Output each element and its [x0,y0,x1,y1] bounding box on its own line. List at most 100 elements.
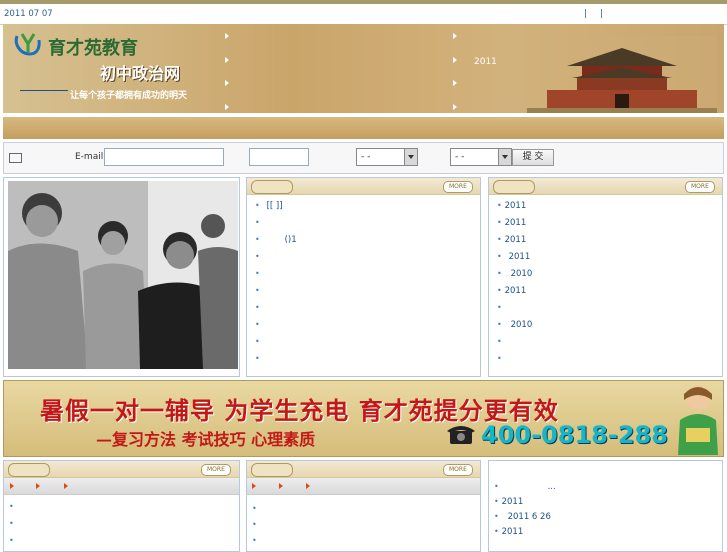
bullet-icon: • [497,218,502,227]
more-link[interactable]: MORE [443,464,473,476]
current-date: 2011 07 07 [4,9,53,19]
list-item[interactable]: • [255,286,470,303]
bullet-icon: • [9,502,14,511]
list-item[interactable]: • [255,354,470,371]
bullet-icon: • [255,354,260,363]
bullet-icon: • [497,269,502,278]
bullet-icon: • [255,337,260,346]
bullet-icon: • [255,286,260,295]
bullet-icon: • [9,536,14,545]
bullet-icon: • [497,201,502,210]
arrow-right-icon [453,57,457,63]
list-item[interactable]: • 2011 [494,497,709,512]
arrow-right-icon [225,33,229,39]
top-link-separator: | [600,9,604,19]
keyword-input[interactable] [249,148,309,166]
bullet-icon: • [255,269,260,278]
mail-icon [9,153,22,163]
list-item[interactable]: • 2011 [494,527,709,542]
more-link[interactable]: MORE [443,181,473,193]
site-title: 初中政治网 [100,64,181,83]
articles-list: • 2011 • 2011 • 2011 • 2011 • 2010 • 201… [497,201,712,371]
submit-button[interactable]: 提 交 [512,149,554,166]
bullet-icon: • [494,482,499,491]
list-item[interactable]: • ()1 [255,235,470,252]
arrow-right-icon [225,104,229,110]
type-select[interactable]: - - [450,148,512,166]
list-item[interactable]: • 2011 [497,218,712,235]
list-item[interactable]: • 2010 [497,320,712,337]
list-item[interactable]: • [[ ]] [255,201,470,218]
panel-title-scroll [251,463,293,477]
tab-arrow-icon[interactable] [306,483,310,489]
list-item[interactable]: • [497,354,712,371]
telephone-icon [447,426,475,444]
logo-text: 育才苑教育 [48,38,138,59]
bullet-icon: • [497,354,502,363]
list-item[interactable]: • 2011 [497,286,712,303]
more-link[interactable]: MORE [201,464,231,476]
bullet-icon: • [255,218,260,227]
chevron-down-icon [404,149,417,165]
bullet-icon: • [255,303,260,312]
news-photo[interactable] [8,181,238,369]
list-item[interactable]: • 2011 6 26 [494,512,709,527]
site-slogan: 让每个孩子都拥有成功的明天 [70,91,188,101]
tiananmen-image [527,36,717,113]
slogan-divider [20,90,68,91]
bullet-icon: • [255,320,260,329]
tab-arrow-icon[interactable] [252,483,256,489]
tab-arrow-icon[interactable] [64,483,68,489]
list-item[interactable]: • 2011 [497,201,712,218]
type-select-value: - - [455,152,465,162]
chevron-down-icon [498,149,511,165]
arrow-right-icon [225,80,229,86]
bullet-icon: • [497,286,502,295]
bullet-icon: • [252,520,257,529]
arrow-right-icon [225,57,229,63]
tab-arrow-icon[interactable] [279,483,283,489]
list-item[interactable]: • [255,337,470,354]
bullet-icon: • [252,536,257,545]
top-link-separator: | [584,9,588,19]
list-item[interactable]: • [255,269,470,286]
bullet-icon: • [255,201,260,210]
list-item[interactable]: • [255,320,470,337]
bullet-icon: • [9,519,14,528]
list-item[interactable]: • [255,252,470,269]
tab-arrow-icon[interactable] [36,483,40,489]
student-image [678,386,718,455]
list-item[interactable]: • 2010 [497,269,712,286]
ad-subline: —复习方法 考试技巧 心理素质 [96,430,316,449]
email-input[interactable] [104,148,224,166]
bullet-icon: • [497,235,502,244]
bullet-icon: • [494,512,499,521]
bullet-icon: • [255,235,260,244]
category-select-value: - - [361,152,371,162]
list-item[interactable]: • 2011 [497,235,712,252]
list-item[interactable]: • [497,303,712,320]
list-item[interactable]: • [255,218,470,235]
banner-year: 2011 [474,57,497,67]
list-item[interactable]: • 2011 [497,252,712,269]
panel-title-scroll [8,463,50,477]
tab-arrow-icon[interactable] [10,483,14,489]
panel-title-scroll [251,180,293,194]
bullet-icon: • [494,497,499,506]
bottom-right-list: • ... • 2011 • 2011 6 26 • 2011 [494,482,709,542]
news-list: • [[ ]] • • ()1 • • • • • • • [255,201,470,371]
more-link[interactable]: MORE [685,181,715,193]
list-item[interactable]: • ... [494,482,709,497]
category-select[interactable]: - - [356,148,418,166]
arrow-right-icon [453,33,457,39]
bullet-icon: • [497,252,502,261]
bullet-icon: • [497,320,502,329]
logo-icon [14,33,41,56]
email-label: E-mail [75,152,104,162]
nav-bar[interactable] [3,116,724,139]
list-item[interactable]: • [255,303,470,320]
arrow-right-icon [453,80,457,86]
bullet-icon: • [494,527,499,536]
arrow-right-icon [453,104,457,110]
list-item[interactable]: • [497,337,712,354]
